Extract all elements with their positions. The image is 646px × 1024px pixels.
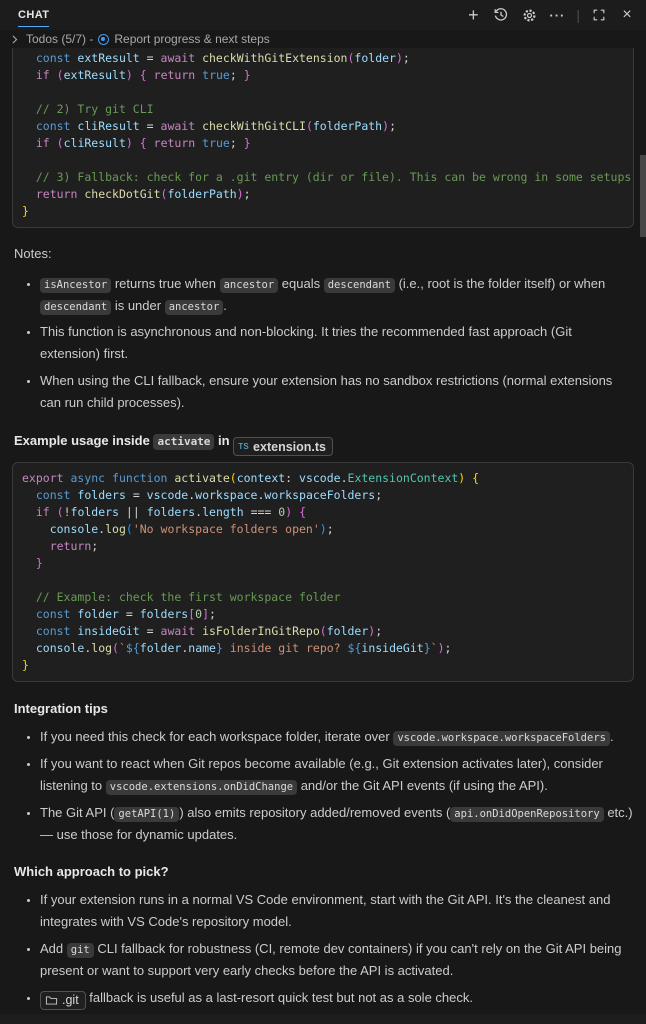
code-line: console.log(`${folder.name} inside git r… [22,640,624,657]
code-block-activate-example: export async function activate(context: … [12,462,634,682]
inline-code: getAPI(1) [114,807,179,822]
more-actions-icon[interactable]: ··· [546,4,568,26]
inline-code: vscode.workspace.workspaceFolders [393,731,610,746]
inline-code: vscode.extensions.onDidChange [106,780,297,795]
code-line [22,84,624,101]
code-line [22,572,624,589]
code-line: const cliResult = await checkWithGitCLI(… [22,118,624,135]
code-line: } [22,203,624,220]
code-line: const insideGit = await isFolderInGitRep… [22,623,624,640]
bullet-item: This function is asynchronous and non-bl… [40,321,634,365]
chat-response-body: const extResult = await checkWithGitExte… [0,48,646,1024]
code-line: const folder = folders[0]; [22,606,624,623]
todos-expander-row[interactable]: Todos (5/7) - Report progress & next ste… [0,30,646,48]
titlebar-separator: | [576,7,580,23]
tab-chat[interactable]: CHAT [18,3,49,27]
code-line: // 3) Fallback: check for a .git entry (… [22,169,624,186]
bullet-item: If you want to react when Git repos beco… [40,753,634,797]
integration-tips-list: If you need this check for each workspac… [12,726,634,845]
todos-current-task: Report progress & next steps [114,32,269,46]
which-approach-heading: Which approach to pick? [14,861,632,883]
history-icon[interactable] [490,4,512,26]
code-line: } [22,657,624,674]
code-line: if (!folders || folders.length === 0) { [22,504,624,521]
bullet-item: When using the CLI fallback, ensure your… [40,370,634,414]
file-chip-extension.ts[interactable]: TSextension.ts [233,437,333,456]
bullet-item: Add git CLI fallback for robustness (CI,… [40,938,634,982]
code-block-git-check-fallback: const extResult = await checkWithGitExte… [12,48,634,228]
inline-code: isAncestor [40,278,111,293]
bullet-item: The Git API (getAPI(1)) also emits repos… [40,802,634,846]
code-line: if (cliResult) { return true; } [22,135,624,152]
code-line [22,152,624,169]
code-line: } [22,555,624,572]
chat-input-top-edge [0,1014,646,1024]
code-line: return checkDotGit(folderPath); [22,186,624,203]
bullet-item: isAncestor returns true when ancestor eq… [40,273,634,317]
new-chat-icon[interactable]: + [462,4,484,26]
file-chip-label: .git [62,990,79,1011]
code-line: console.log('No workspace folders open')… [22,521,624,538]
inline-code: git [67,943,94,958]
code-line: export async function activate(context: … [22,470,624,487]
notes-bullet-list: isAncestor returns true when ancestor eq… [12,273,634,414]
code-line: const extResult = await checkWithGitExte… [22,50,624,67]
gear-icon[interactable] [518,4,540,26]
bullet-item: If you need this check for each workspac… [40,726,634,748]
close-panel-icon[interactable]: × [616,4,638,26]
inline-code: ancestor [220,278,279,293]
todos-label: Todos (5/7) - [26,32,93,46]
typescript-file-icon: TS [238,436,249,458]
inline-code: ancestor [165,300,224,315]
bullet-item: If your extension runs in a normal VS Co… [40,889,634,933]
code-line: return; [22,538,624,555]
example-usage-heading: Example usage inside activate in TSexten… [14,430,632,457]
code-line: const folders = vscode.workspace.workspa… [22,487,624,504]
inline-code: activate [153,434,214,450]
panel-scrollbar-thumb[interactable] [640,155,646,237]
code-line: if (extResult) { return true; } [22,67,624,84]
titlebar-actions: + ··· | × [462,4,638,26]
maximize-panel-icon[interactable] [588,4,610,26]
record-progress-icon [98,34,109,45]
folder-icon [45,995,58,1006]
code-line: // 2) Try git CLI [22,101,624,118]
code-line: // Example: check the first workspace fo… [22,589,624,606]
file-chip-label: extension.ts [253,436,326,458]
bullet-item: .git fallback is useful as a last-resort… [40,987,634,1010]
integration-tips-heading: Integration tips [14,698,632,720]
which-approach-list: If your extension runs in a normal VS Co… [12,889,634,1009]
inline-code: descendant [324,278,395,293]
inline-code: api.onDidOpenRepository [450,807,603,822]
notes-label: Notes: [14,244,632,265]
chevron-right-icon [8,33,21,46]
file-chip-.git[interactable]: .git [40,991,86,1010]
inline-code: descendant [40,300,111,315]
chat-panel-titlebar: CHAT + ··· | × [0,0,646,30]
